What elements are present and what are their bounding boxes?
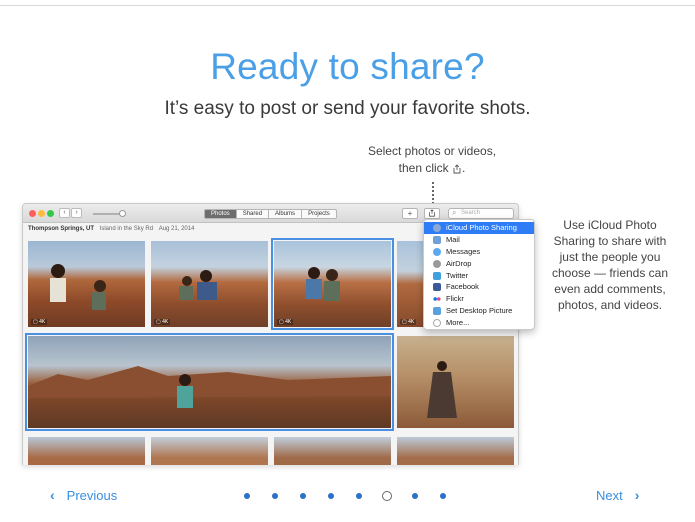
page-dot[interactable] [440, 493, 446, 499]
moment-place: Thompson Springs, UT [28, 226, 94, 232]
menu-item-label: AirDrop [446, 258, 472, 268]
menu-item-set-desktop-picture[interactable]: Set Desktop Picture [424, 305, 534, 317]
previous-button[interactable]: ‹ Previous [50, 487, 117, 503]
tab-photos[interactable]: Photos [204, 209, 237, 219]
flickr-icon [433, 295, 441, 303]
previous-label: Previous [66, 488, 118, 503]
photo-badge: ▢ 4K [277, 319, 294, 325]
moment-date: Aug 21, 2014 [158, 226, 195, 232]
messages-icon [433, 247, 441, 256]
menu-item-label: iCloud Photo Sharing [446, 223, 517, 232]
chevron-left-icon: ‹ [50, 487, 55, 503]
chevron-right-icon: › [634, 487, 640, 503]
photo-thumbnail-selected[interactable]: ▢ 4K [271, 238, 394, 330]
photo-badge: ▢ 4K [400, 319, 417, 325]
page-title: Ready to share? [210, 46, 485, 87]
menu-item-label: More... [446, 318, 470, 328]
share-icon [453, 164, 461, 174]
people-on-rocks-image [179, 270, 217, 300]
minimize-window-button[interactable] [38, 210, 45, 217]
page-dot[interactable] [356, 493, 362, 499]
menu-item-twitter[interactable]: Twitter [424, 270, 534, 282]
callout-share-instruction: Select photos or videos, then click . [352, 143, 512, 177]
canyon-panorama-image [28, 366, 391, 408]
page-dot[interactable] [412, 493, 418, 499]
photo-thumbnail[interactable] [28, 437, 145, 465]
person-on-rocks-image [427, 361, 457, 418]
page-indicator [244, 491, 468, 501]
page-dot[interactable] [272, 493, 278, 499]
photo-thumbnail[interactable]: ▢ 4K [28, 241, 145, 327]
view-tabs: Photos Shared Albums Projects [204, 209, 337, 219]
airdrop-icon [433, 259, 441, 268]
zoom-slider-knob[interactable] [119, 210, 126, 217]
desktop-icon [433, 307, 441, 316]
page-subtitle: It’s easy to post or send your favorite … [164, 98, 531, 119]
share-button[interactable] [424, 208, 440, 219]
photo-badge: ▢ 4K [154, 319, 171, 325]
page-dot[interactable] [244, 493, 250, 499]
forward-chevron-icon[interactable]: › [71, 208, 82, 218]
tab-shared[interactable]: Shared [236, 209, 270, 219]
menu-item-label: Messages [446, 246, 481, 256]
menu-item-facebook[interactable]: Facebook [424, 281, 534, 293]
menu-item-flickr[interactable]: Flickr [424, 293, 534, 305]
page-dot[interactable] [328, 493, 334, 499]
menu-item-icloud-photo-sharing[interactable]: iCloud Photo Sharing [424, 222, 534, 234]
top-divider [0, 5, 695, 6]
menu-item-label: Flickr [446, 294, 464, 304]
menu-item-mail[interactable]: Mail [424, 234, 534, 246]
callout-top-line2: then click [398, 161, 449, 175]
menu-item-label: Set Desktop Picture [446, 306, 513, 316]
next-button[interactable]: Next › [596, 487, 639, 503]
tab-projects[interactable]: Projects [302, 209, 337, 219]
twitter-icon [433, 271, 441, 280]
callout-leader-line [432, 182, 434, 204]
menu-item-label: Facebook [446, 282, 479, 292]
callout-top-line1: Select photos or videos, [367, 144, 497, 158]
menu-item-label: Mail [446, 234, 460, 244]
share-icon [429, 209, 435, 217]
page-dot[interactable] [300, 493, 306, 499]
moment-detail: Island in the Sky Rd [99, 226, 154, 232]
photo-thumbnail[interactable] [151, 437, 268, 465]
next-label: Next [596, 488, 623, 503]
people-on-rocks-image [306, 267, 340, 301]
callout-icloud-description: Use iCloud Photo Sharing to share with j… [551, 218, 669, 312]
search-input[interactable]: Search [448, 208, 514, 219]
close-window-button[interactable] [29, 210, 36, 217]
zoom-window-button[interactable] [47, 210, 54, 217]
add-icon[interactable]: + [402, 208, 418, 219]
photo-thumbnail[interactable]: ▢ 4K [151, 241, 268, 327]
people-on-rocks-image [50, 264, 106, 310]
more-icon [433, 319, 441, 328]
share-menu: iCloud Photo Sharing Mail Messages AirDr… [423, 219, 535, 330]
tab-albums[interactable]: Albums [269, 209, 303, 219]
menu-item-label: Twitter [446, 270, 469, 280]
back-chevron-icon[interactable]: ‹ [59, 208, 70, 218]
photo-thumbnail[interactable] [274, 437, 391, 465]
photo-thumbnail[interactable] [397, 437, 514, 465]
page-dot-current[interactable] [382, 491, 392, 501]
panorama-photo-selected[interactable] [25, 333, 394, 431]
moment-header: Thompson Springs, UT Island in the Sky R… [28, 226, 194, 232]
photo-badge: ▢ 4K [31, 319, 48, 325]
menu-item-airdrop[interactable]: AirDrop [424, 258, 534, 270]
menu-item-more[interactable]: More... [424, 317, 534, 329]
mail-icon [433, 235, 441, 244]
zoom-slider[interactable] [93, 210, 126, 217]
facebook-icon [433, 283, 441, 292]
icloud-icon [433, 224, 441, 232]
menu-item-messages[interactable]: Messages [424, 246, 534, 258]
photo-thumbnail[interactable] [397, 336, 514, 428]
